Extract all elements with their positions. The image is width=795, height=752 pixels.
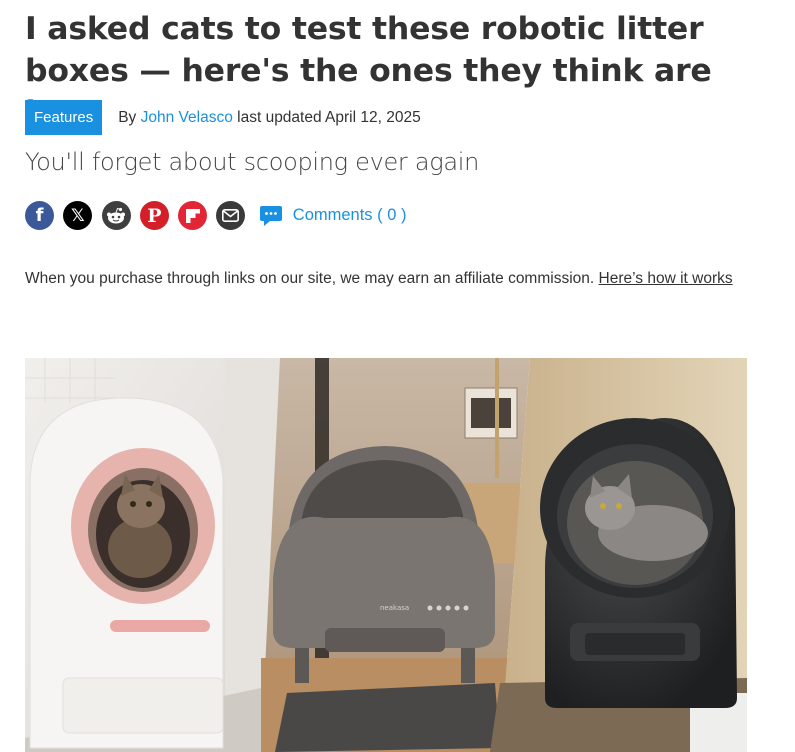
x-icon: 𝕏 [70,205,85,226]
disclaimer-text: When you purchase through links on our s… [25,270,595,287]
strapline: You'll forget about scooping ever again [25,148,480,176]
facebook-icon: f [35,205,44,226]
x-share-button[interactable]: 𝕏 [63,201,93,230]
author-link[interactable]: John Velasco [141,109,233,126]
disclaimer-link[interactable]: Here’s how it works [599,270,733,287]
facebook-share-button[interactable]: f [25,201,54,230]
pinterest-icon: P [147,204,162,227]
right-panel [490,358,747,752]
updated-date: last updated April 12, 2025 [237,108,421,126]
article-meta: Features By John Velasco last updated Ap… [25,100,421,135]
share-bar: f 𝕏 P Comments (0) [25,201,406,230]
email-share-button[interactable] [216,201,246,230]
email-icon [222,209,240,222]
comment-bubble-icon [259,205,282,226]
comments-label: Comments ( 0 ) [292,206,407,224]
byline: By John Velasco last updated April 12, 2… [118,109,421,127]
affiliate-disclaimer: When you purchase through links on our s… [25,267,755,290]
middle-panel: neakasa [261,358,530,752]
category-badge[interactable]: Features [25,100,103,135]
hero-illustration: neakasa [25,358,747,752]
comments-link[interactable]: Comments ( 0 ) [259,204,407,228]
byline-prefix: By [118,108,137,126]
reddit-icon [107,207,126,223]
hero-image: neakasa [25,358,747,752]
flipboard-share-button[interactable] [178,201,208,230]
flipboard-icon [185,208,200,223]
left-panel [25,358,280,752]
pinterest-share-button[interactable]: P [139,201,169,230]
reddit-share-button[interactable] [101,201,131,230]
device-label: neakasa [380,604,409,612]
